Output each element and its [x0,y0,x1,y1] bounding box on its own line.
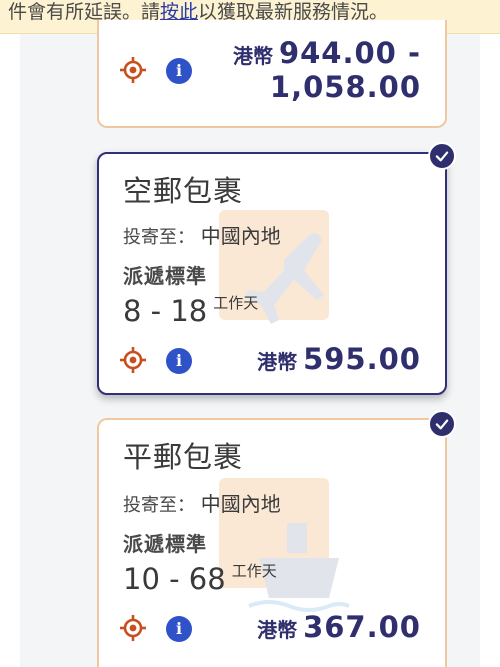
destination-value: 中國內地 [200,224,281,248]
price-currency: 港幣 [232,44,273,68]
destination-label: 投寄至： [123,495,195,516]
card-title: 平郵包裹 [123,440,244,474]
selected-check-icon [428,142,456,170]
delivery-days: 8 - 18 工作天 [123,294,258,328]
price-currency: 港幣 [257,618,298,642]
delivery-days-unit: 工作天 [213,294,259,312]
delivery-days-range: 8 - 18 [123,294,208,328]
delivery-days-unit: 工作天 [231,562,277,580]
destination-value: 中國內地 [200,492,281,516]
delivery-standard-label: 派遞標準 [123,532,207,556]
selected-check-icon [428,410,456,438]
delivery-days: 10 - 68 工作天 [123,562,277,596]
price-currency: 港幣 [257,350,298,374]
price-range: 港幣 944.00 - 1,058.00 [233,36,421,104]
delivery-standard-label: 派遞標準 [123,264,207,288]
location-target-icon[interactable] [119,614,147,642]
info-icon[interactable]: i [166,348,192,374]
location-target-icon[interactable] [119,346,147,374]
price: 港幣 367.00 [257,610,421,644]
price: 港幣 595.00 [257,342,421,376]
shipping-option-card-airmail[interactable]: 空郵包裹 投寄至： 中國內地 派遞標準 8 - 18 工作天 i 港幣 595.00 [97,152,447,395]
info-icon[interactable]: i [166,616,192,642]
shipping-option-card-express[interactable]: i 港幣 944.00 - 1,058.00 [97,20,447,128]
price-line-2: 1,058.00 [269,70,421,104]
card-title: 空郵包裹 [123,174,244,208]
price-line-1: 944.00 - [278,36,421,70]
price-amount: 367.00 [303,610,421,644]
price-amount: 595.00 [303,342,421,376]
destination: 投寄至： 中國內地 [123,220,281,249]
left-gutter [0,34,20,667]
info-icon[interactable]: i [166,58,192,84]
destination-label: 投寄至： [123,227,195,248]
delivery-days-range: 10 - 68 [123,562,226,596]
destination: 投寄至： 中國內地 [123,488,281,517]
shipping-option-card-surface[interactable]: 平郵包裹 投寄至： 中國內地 派遞標準 10 - 68 工作天 i 港幣 367.0… [97,418,447,667]
right-gutter [480,34,500,667]
location-target-icon[interactable] [119,56,147,84]
